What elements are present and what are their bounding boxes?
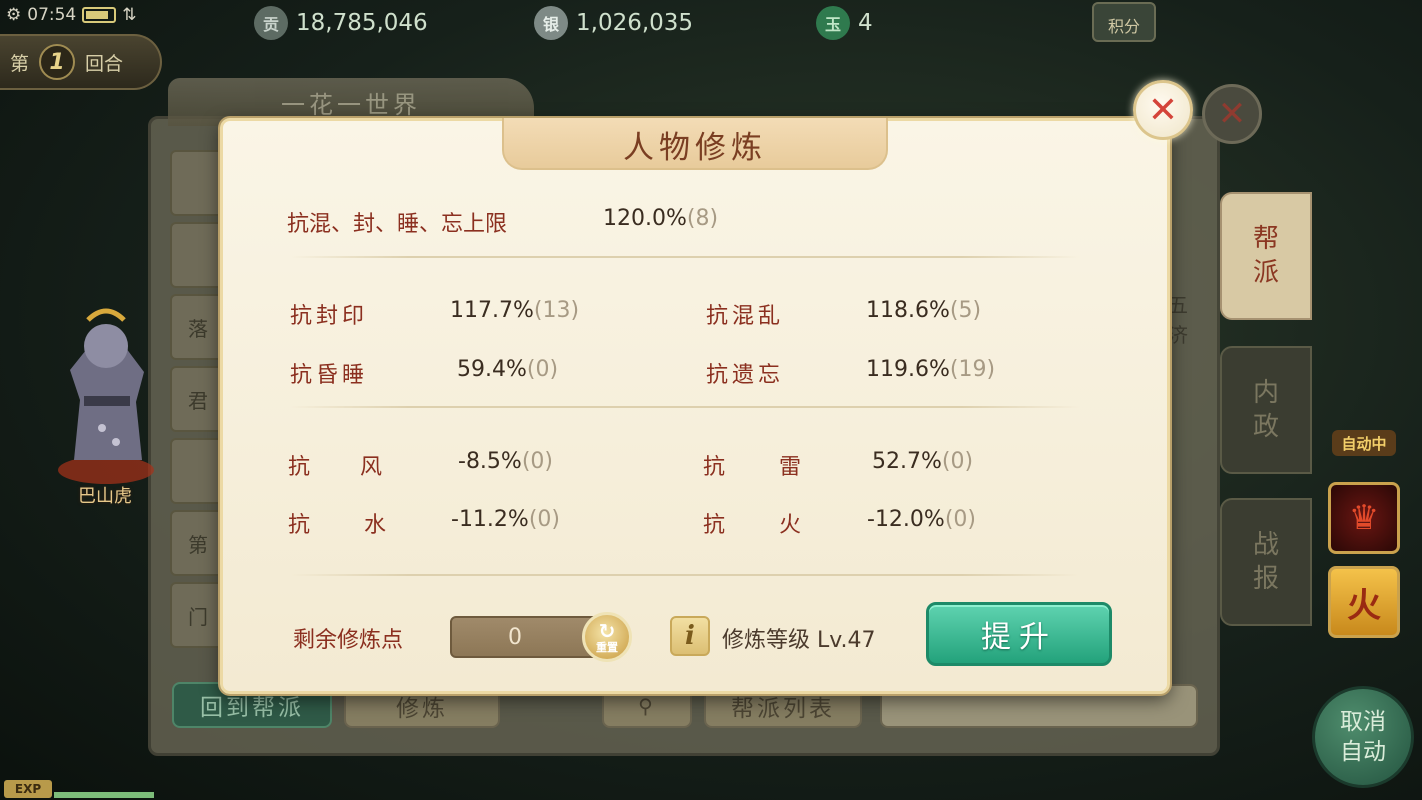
panel-close-icon[interactable]: ✕ [1202,84,1262,144]
round-prefix: 第 [10,52,30,75]
clock-time: 07:54 [27,5,77,25]
member-cell[interactable]: 第 [170,510,226,576]
round-suffix: 回合 [85,52,124,75]
dialog-title: 人物修炼 [623,129,767,166]
refresh-icon: ↻ [598,618,616,643]
device-status: ⚙ 07:54 ⇅ [6,4,137,26]
resist-seal-label: 抗封印 [290,304,369,329]
tab-guild[interactable]: 帮 派 [1220,192,1312,320]
dragon-skill-slot[interactable]: ♛ [1328,482,1400,554]
search-icon: ⚲ [638,694,656,718]
round-number: 1 [39,44,76,80]
divider [290,256,1080,258]
resource-jade[interactable]: 玉 4 [816,6,873,40]
divider [290,574,1080,576]
resource-contribution: 贡 18,785,046 [254,6,428,40]
network-icon: ⇅ [122,5,137,25]
resist-thunder-value: 52.7%(0) [872,449,974,474]
auto-status-label: 自动中 [1332,430,1396,456]
monster-sprite[interactable] [44,300,170,490]
resist-wind-label: 抗风 [288,455,383,480]
silver-value: 1,026,035 [576,10,694,36]
remaining-points-label: 剩余修炼点 [293,628,404,653]
resist-seal-value: 117.7%(13) [450,298,580,323]
reset-label: 重置 [596,640,618,654]
cultivation-level: 修炼等级 Lv.47 [722,628,876,653]
member-cell[interactable]: 落 [170,294,226,360]
upgrade-button[interactable]: 提升 [926,602,1112,666]
reset-button[interactable]: ↻ 重置 [582,612,632,662]
fire-icon: 火 [1347,585,1381,626]
score-button[interactable]: 积分 [1092,2,1156,42]
resist-fire-value: -12.0%(0) [867,507,976,532]
tab-battle-report[interactable]: 战 报 [1220,498,1312,626]
exp-bar [54,792,154,798]
member-cell[interactable]: 门 [170,582,226,648]
cap-label: 抗混、封、睡、忘上限 [287,212,508,237]
divider [290,406,1080,408]
cap-value: 120.0%(8) [603,206,719,231]
resist-chaos-label: 抗混乱 [706,304,785,329]
member-cell[interactable] [170,438,226,504]
tab-internal-affairs[interactable]: 内 政 [1220,346,1312,474]
monster-name: 巴山虎 [78,486,132,507]
member-cell[interactable] [170,222,226,288]
member-cell[interactable]: 君 [170,366,226,432]
resource-silver[interactable]: 银 1,026,035 [534,6,693,40]
jade-icon: 玉 [816,6,850,40]
contribution-value: 18,785,046 [296,10,428,36]
resist-forget-value: 119.6%(19) [866,357,996,382]
resist-water-label: 抗水 [288,513,387,538]
resist-fire-label: 抗火 [703,513,802,538]
top-status-bar: ⚙ 07:54 ⇅ 贡 18,785,046 银 1,026,035 玉 4 积… [0,0,1422,44]
resist-sleep-value: 59.4%(0) [457,357,559,382]
fire-skill-slot[interactable]: 火 [1328,566,1400,638]
resist-forget-label: 抗遗忘 [706,363,785,388]
jade-value: 4 [858,10,873,36]
resist-chaos-value: 118.6%(5) [866,298,982,323]
info-button[interactable]: i [670,616,710,656]
resist-wind-value: -8.5%(0) [458,449,554,474]
resist-sleep-label: 抗昏睡 [290,363,369,388]
silver-ingot-icon: 银 [534,6,568,40]
member-cell[interactable] [170,150,226,216]
round-indicator: 第 1 回合 [0,34,162,90]
resist-water-value: -11.2%(0) [451,507,560,532]
close-icon: ✕ [1147,89,1179,131]
resist-thunder-label: 抗雷 [703,455,802,480]
gear-icon: ⚙ [6,5,22,25]
cancel-auto-button[interactable]: 取消 自动 [1312,686,1414,788]
dragon-icon: ♛ [1348,498,1380,538]
contribution-icon: 贡 [254,6,288,40]
exp-label: EXP [4,780,52,798]
battery-icon [82,7,117,23]
close-dialog-button[interactable]: ✕ [1133,80,1193,140]
